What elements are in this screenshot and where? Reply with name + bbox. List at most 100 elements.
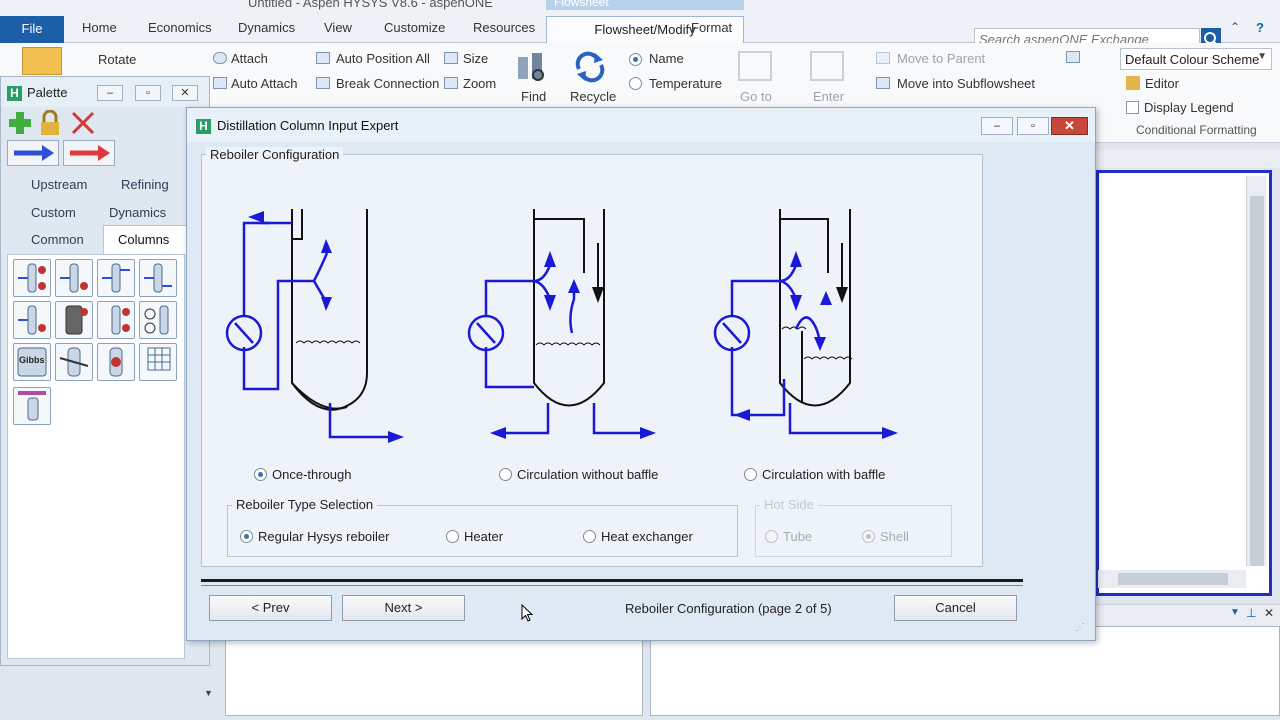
move-into-subflowsheet-button[interactable]: Move into Subflowsheet xyxy=(897,76,1035,91)
subflowsheet-op-icon[interactable] xyxy=(13,387,51,425)
column-op-icon[interactable] xyxy=(13,259,51,297)
reactor-op-icon[interactable] xyxy=(139,343,177,381)
chevron-up-icon[interactable]: ⌃ xyxy=(1230,20,1240,34)
colour-scheme-select[interactable]: Default Colour Scheme ▼ xyxy=(1120,48,1272,70)
go-to-button[interactable]: Go to xyxy=(740,89,772,104)
chevron-down-icon[interactable]: ▼ xyxy=(204,688,213,698)
minimize-icon[interactable]: – xyxy=(981,117,1013,135)
lock-icon[interactable] xyxy=(38,109,62,136)
once-through-diagram xyxy=(225,209,404,443)
auto-attach-button[interactable]: Auto Attach xyxy=(231,76,298,91)
size-button[interactable]: Size xyxy=(463,51,488,66)
close-icon[interactable]: ✕ xyxy=(172,85,198,101)
cancel-button[interactable]: Cancel xyxy=(894,595,1017,621)
maximize-icon[interactable]: ▫ xyxy=(1017,117,1049,135)
bottom-pane-header: ▼ ⊥ ✕ xyxy=(1096,604,1280,626)
delete-icon[interactable] xyxy=(71,111,95,135)
tab-resources[interactable]: Resources xyxy=(473,20,535,35)
reboiler-type-group: Reboiler Type Selection Regular Hysys re… xyxy=(227,497,738,557)
find-button[interactable]: Find xyxy=(521,89,546,104)
scroll-thumb[interactable] xyxy=(1250,196,1264,566)
material-stream-button[interactable] xyxy=(7,140,59,166)
reactor-op-icon[interactable] xyxy=(55,343,93,381)
column-op-icon[interactable] xyxy=(55,259,93,297)
temperature-label: Temperature xyxy=(649,76,722,91)
dialog-title: Distillation Column Input Expert xyxy=(217,118,399,133)
heater-radio[interactable] xyxy=(446,530,459,543)
circulation-without-baffle-radio[interactable] xyxy=(499,468,512,481)
shell-radio[interactable] xyxy=(862,530,875,543)
column-op-icon[interactable] xyxy=(13,301,51,339)
chevron-down-icon[interactable]: ▼ xyxy=(1230,607,1240,618)
auto-position-all-button[interactable]: Auto Position All xyxy=(336,51,430,66)
minimize-icon[interactable]: – xyxy=(97,85,123,101)
name-radio[interactable] xyxy=(629,53,642,66)
input-expert-dialog: H Distillation Column Input Expert – ▫ ✕… xyxy=(186,107,1096,641)
vertical-scrollbar[interactable] xyxy=(1246,176,1266,566)
palette-tab-refining[interactable]: Refining xyxy=(121,177,169,192)
hscroll-thumb[interactable] xyxy=(1118,573,1228,585)
bottom-pane-left[interactable] xyxy=(225,640,643,716)
regular-hysys-reboiler-radio[interactable] xyxy=(240,530,253,543)
divider xyxy=(201,579,1023,582)
tab-customize[interactable]: Customize xyxy=(384,20,445,35)
palette-tab-custom[interactable]: Custom xyxy=(31,205,76,220)
tab-format[interactable]: Format xyxy=(691,20,732,35)
recycle-button[interactable]: Recycle xyxy=(570,89,616,104)
enter-button[interactable]: Enter xyxy=(813,89,844,104)
circulation-with-baffle-radio[interactable] xyxy=(744,468,757,481)
pin-icon[interactable]: ⊥ xyxy=(1246,606,1256,620)
heat-exchanger-label: Heat exchanger xyxy=(601,529,693,544)
tab-view[interactable]: View xyxy=(324,20,352,35)
reactor-op-icon[interactable] xyxy=(97,343,135,381)
palette-tab-common[interactable]: Common xyxy=(31,232,84,247)
heat-exchanger-radio[interactable] xyxy=(583,530,596,543)
palette-tab-columns[interactable]: Columns xyxy=(118,232,169,247)
help-icon[interactable]: ? xyxy=(1256,20,1264,35)
column-op-icon[interactable] xyxy=(139,259,177,297)
gibbs-reactor-icon[interactable]: Gibbs xyxy=(13,343,51,381)
close-icon[interactable]: ✕ xyxy=(1264,606,1274,620)
temperature-radio[interactable] xyxy=(629,77,642,90)
energy-stream-button[interactable] xyxy=(63,140,115,166)
palette-tab-dynamics[interactable]: Dynamics xyxy=(109,205,166,220)
tab-economics[interactable]: Economics xyxy=(148,20,212,35)
horizontal-scrollbar[interactable] xyxy=(1098,570,1246,588)
gibbs-label: Gibbs xyxy=(19,355,45,365)
editor-icon xyxy=(1126,76,1140,90)
attach-button[interactable]: Attach xyxy=(231,51,268,66)
tube-radio[interactable] xyxy=(765,530,778,543)
format-icon[interactable] xyxy=(1066,51,1080,63)
close-icon[interactable]: ✕ xyxy=(1051,117,1088,135)
column-op-icon[interactable] xyxy=(139,301,177,339)
tab-home[interactable]: Home xyxy=(82,20,117,35)
next-button[interactable]: Next > xyxy=(342,595,465,621)
prev-button[interactable]: < Prev xyxy=(209,595,332,621)
circulation-with-baffle-label: Circulation with baffle xyxy=(762,467,886,482)
break-connection-button[interactable]: Break Connection xyxy=(336,76,439,91)
palette-big-icon[interactable] xyxy=(22,47,62,75)
move-to-parent-button[interactable]: Move to Parent xyxy=(897,51,985,66)
shell-label: Shell xyxy=(880,529,909,544)
resize-grip-icon[interactable]: ⋰ xyxy=(1075,622,1085,633)
column-op-icon[interactable] xyxy=(97,259,135,297)
hot-side-group: Hot Side Tube Shell xyxy=(755,497,952,557)
tab-dynamics[interactable]: Dynamics xyxy=(238,20,295,35)
display-legend-checkbox[interactable] xyxy=(1126,101,1139,114)
chevron-down-icon: ▼ xyxy=(1257,51,1267,62)
heater-label: Heater xyxy=(464,529,504,544)
rotate-button[interactable]: Rotate xyxy=(98,52,136,67)
add-icon[interactable] xyxy=(8,111,32,135)
size-icon xyxy=(444,52,458,64)
reboiler-configuration-group: Reboiler Configuration Once-through Circ… xyxy=(201,147,983,567)
column-op-icon[interactable] xyxy=(55,301,93,339)
tab-file[interactable]: File xyxy=(0,16,64,43)
column-op-icon[interactable] xyxy=(97,301,135,339)
restore-icon[interactable]: ▫ xyxy=(135,85,161,101)
palette-title: Palette xyxy=(27,85,68,100)
editor-button[interactable]: Editor xyxy=(1145,76,1179,91)
hot-side-legend: Hot Side xyxy=(760,497,818,512)
zoom-button[interactable]: Zoom xyxy=(463,76,496,91)
once-through-radio[interactable] xyxy=(254,468,267,481)
palette-tab-upstream[interactable]: Upstream xyxy=(31,177,87,192)
